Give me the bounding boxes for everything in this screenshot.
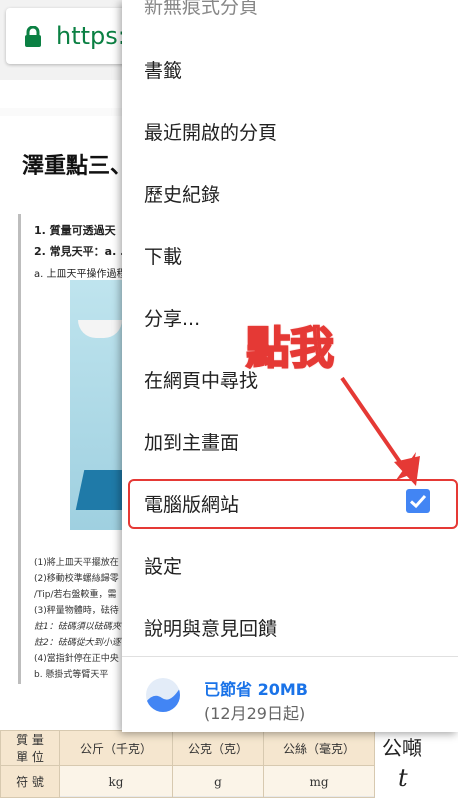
- pointer-arrow-icon: [340, 376, 420, 486]
